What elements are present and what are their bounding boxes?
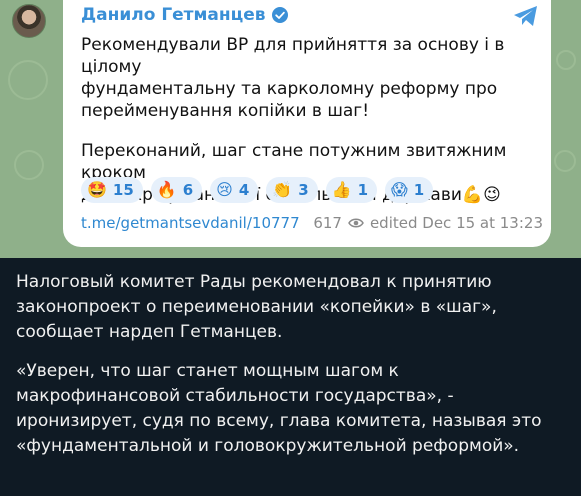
reaction-count: 4 [238, 181, 250, 199]
post-link[interactable]: t.me/getmantsevdanil/10777 [81, 214, 300, 232]
fire-icon: 🔥 [156, 180, 177, 199]
telegram-icon [514, 6, 537, 26]
reaction-clap[interactable]: 👏 3 [266, 177, 318, 203]
reaction-scream[interactable]: 😱 1 [385, 177, 434, 203]
reaction-count: 3 [298, 181, 309, 199]
reaction-count: 15 [112, 181, 134, 199]
reaction-thumbs-up[interactable]: 👍 1 [325, 177, 377, 203]
star-struck-icon: 🤩 [87, 180, 107, 199]
message-bubble: Данило Гетманцев Рекомендували ВР для пр… [63, 0, 551, 247]
message-meta: 617 edited Dec 15 at 13:23 [313, 214, 543, 232]
background-doodle [14, 150, 44, 180]
caption-paragraph: «Уверен, что шаг станет мощным шагом к м… [16, 361, 542, 456]
reaction-count: 6 [182, 181, 194, 199]
reactions-bar: 🤩 15 🔥 6 😢 4 👏 3 👍 1 😱 1 [81, 177, 434, 203]
background-doodle [8, 60, 48, 100]
eye-icon [348, 218, 364, 228]
message-footer: t.me/getmantsevdanil/10777 617 edited De… [81, 214, 543, 232]
verified-badge-icon [271, 7, 288, 23]
reaction-star-struck[interactable]: 🤩 15 [81, 177, 143, 203]
reaction-crying[interactable]: 😢 4 [210, 177, 259, 203]
author-label: Данило Гетманцев [81, 5, 266, 25]
caption-paragraph: Налоговый комитет Рады рекомендовал к пр… [16, 272, 497, 342]
reaction-count: 1 [357, 181, 368, 199]
reaction-fire[interactable]: 🔥 6 [150, 177, 203, 203]
edited-timestamp: edited Dec 15 at 13:23 [369, 214, 543, 232]
thumbs-up-icon: 👍 [331, 180, 352, 199]
author-name[interactable]: Данило Гетманцев [81, 5, 288, 25]
view-count: 617 [313, 214, 342, 232]
screaming-face-icon: 😱 [391, 180, 408, 199]
avatar[interactable] [12, 4, 46, 38]
background-doodle [554, 150, 576, 172]
message-paragraph: Рекомендували ВР для прийняття за основу… [81, 35, 505, 121]
caption-text: Налоговый комитет Рады рекомендовал к пр… [16, 270, 571, 459]
reaction-count: 1 [413, 181, 425, 199]
crying-face-icon: 😢 [216, 180, 233, 199]
clapping-hands-icon: 👏 [272, 180, 293, 199]
background-doodle [556, 50, 576, 70]
